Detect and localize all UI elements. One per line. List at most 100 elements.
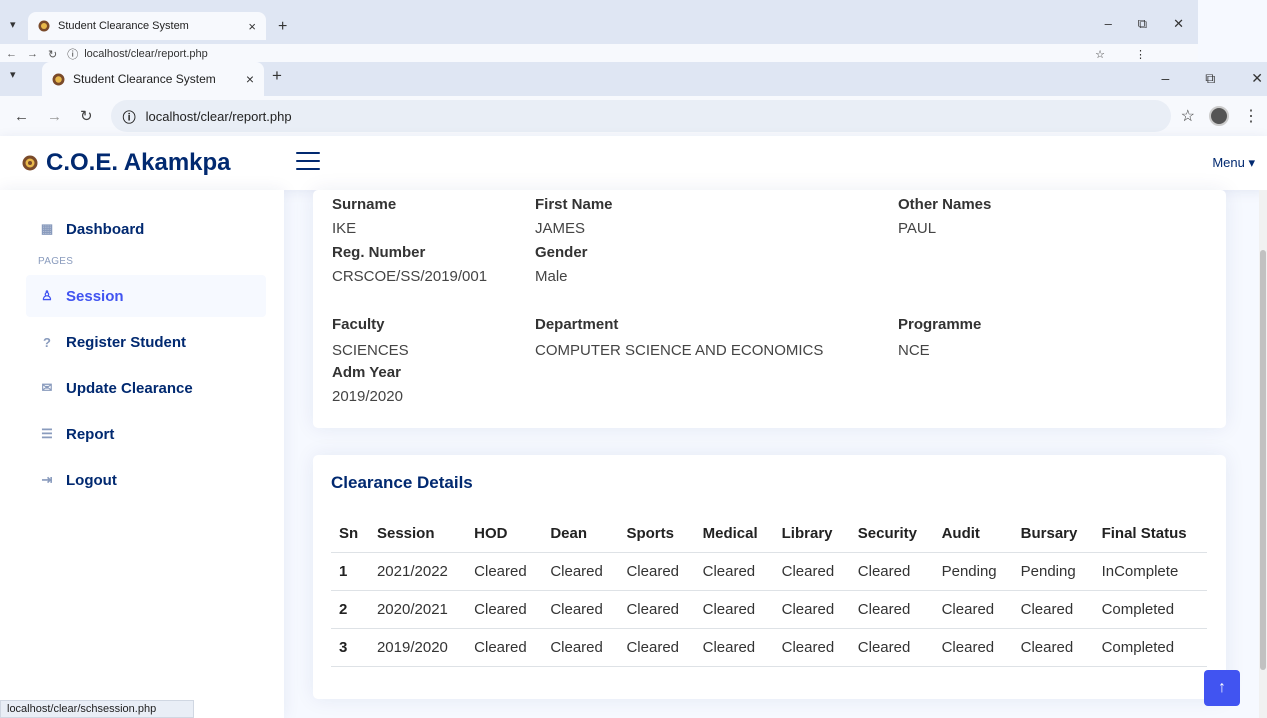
adm-year-label: Adm Year xyxy=(332,364,401,381)
reg-number-value: CRSCOE/SS/2019/001 xyxy=(332,268,488,285)
student-info-card: Surname IKE First Name JAMES Other Names… xyxy=(313,190,1226,428)
sidebar-toggle-hamburger-icon[interactable] xyxy=(296,150,320,172)
table-cell: Cleared xyxy=(1012,628,1094,667)
table-cell: Cleared xyxy=(933,628,1013,667)
table-row: 3 2019/2020 Cleared Cleared Cleared Clea… xyxy=(331,628,1207,667)
logout-icon: ⇥ xyxy=(41,472,53,487)
column-header: Medical xyxy=(694,517,774,553)
sidebar-item-update-clearance[interactable]: ✉ Update Clearance xyxy=(26,367,266,409)
table-cell: Cleared xyxy=(849,590,934,629)
surname-label: Surname xyxy=(332,196,397,213)
back-to-top-button[interactable]: ↑ xyxy=(1204,670,1240,706)
question-circle-icon: ? xyxy=(43,334,51,350)
sidebar-item-report[interactable]: ☰ Report xyxy=(26,413,266,455)
department-value: COMPUTER SCIENCE AND ECONOMICS xyxy=(535,342,824,359)
active-tab[interactable]: Student Clearance System × xyxy=(42,62,264,96)
background-tab[interactable]: Student Clearance System × xyxy=(28,12,266,40)
column-header: Sn xyxy=(331,517,369,553)
page-scrollbar-thumb[interactable] xyxy=(1260,250,1266,670)
browser-menu-kebab-icon[interactable]: ⋮ xyxy=(1243,106,1259,126)
table-cell: 3 xyxy=(331,628,369,667)
sidebar-item-label: Update Clearance xyxy=(66,379,193,397)
table-header-row: Sn Session HOD Dean Sports Medical Libra… xyxy=(331,517,1207,553)
background-minimize-icon[interactable]: – xyxy=(1105,16,1112,32)
list-icon: ☰ xyxy=(41,426,53,441)
background-bookmark-star-icon[interactable]: ☆ xyxy=(1095,48,1105,61)
forward-arrow-icon[interactable]: → xyxy=(47,108,62,125)
profile-avatar-icon[interactable] xyxy=(1209,106,1229,126)
adm-year-value: 2019/2020 xyxy=(332,388,403,405)
link-status-bar: localhost/clear/schsession.php xyxy=(0,700,194,718)
tab-search-chevron-icon[interactable]: ▾ xyxy=(10,68,16,81)
sidebar-item-logout[interactable]: ⇥ Logout xyxy=(26,459,266,501)
table-cell: Cleared xyxy=(1012,590,1094,629)
table-cell: Cleared xyxy=(542,552,619,591)
programme-label: Programme xyxy=(898,316,982,333)
column-header: Session xyxy=(368,517,467,553)
sidebar-item-dashboard[interactable]: ▦ Dashboard xyxy=(26,208,266,250)
sidebar-item-session[interactable]: ♙ Session xyxy=(26,275,266,317)
column-header: HOD xyxy=(466,517,543,553)
tab-search-chevron-icon[interactable]: ▾ xyxy=(10,18,16,31)
background-info-icon[interactable]: ⓘ xyxy=(67,46,78,62)
table-cell: Cleared xyxy=(849,552,934,591)
background-url-text[interactable]: localhost/clear/report.php xyxy=(84,48,208,60)
back-arrow-icon[interactable]: ← xyxy=(14,108,29,125)
table-row: 2 2020/2021 Cleared Cleared Cleared Clea… xyxy=(331,590,1207,629)
table-cell: InComplete xyxy=(1093,552,1207,591)
table-cell: Cleared xyxy=(773,590,850,629)
background-tab-close-icon[interactable]: × xyxy=(248,19,256,34)
minimize-icon[interactable]: – xyxy=(1161,70,1169,87)
column-header: Audit xyxy=(933,517,1013,553)
background-forward-icon[interactable]: → xyxy=(27,48,38,60)
table-row: 1 2021/2022 Cleared Cleared Cleared Clea… xyxy=(331,552,1207,591)
window-controls: – ⧉ ✕ xyxy=(1161,70,1267,87)
table-cell: 1 xyxy=(331,552,369,591)
site-info-icon[interactable]: ⓘ xyxy=(123,107,136,126)
reload-icon[interactable]: ↻ xyxy=(80,107,93,125)
sidebar-item-label: Report xyxy=(66,425,115,443)
sidebar-item-label: Register Student xyxy=(66,333,187,351)
background-close-window-icon[interactable]: ✕ xyxy=(1173,16,1184,32)
clearance-table: Sn Session HOD Dean Sports Medical Libra… xyxy=(331,517,1207,667)
column-header: Final Status xyxy=(1093,517,1207,553)
url-field[interactable]: ⓘ localhost/clear/report.php xyxy=(110,100,1171,132)
app-header: C.O.E. Akamkpa Menu ▾ xyxy=(0,136,1267,190)
close-window-icon[interactable]: ✕ xyxy=(1251,70,1263,87)
background-new-tab-icon[interactable]: + xyxy=(278,18,287,36)
table-cell: Cleared xyxy=(542,628,619,667)
faculty-value: SCIENCES xyxy=(332,342,409,359)
table-cell: Cleared xyxy=(933,590,1013,629)
address-bar: ← → ↻ ⓘ localhost/clear/report.php ☆ ⋮ xyxy=(0,96,1267,136)
table-cell: Cleared xyxy=(773,628,850,667)
sidebar: ▦ Dashboard PAGES ♙ Session ? Register S… xyxy=(0,190,284,718)
restore-icon[interactable]: ⧉ xyxy=(1205,70,1215,87)
bookmark-star-icon[interactable]: ☆ xyxy=(1181,106,1195,126)
site-logo[interactable]: C.O.E. Akamkpa xyxy=(0,149,290,177)
table-cell: Cleared xyxy=(466,552,543,591)
department-label: Department xyxy=(535,316,619,333)
college-favicon-icon xyxy=(38,20,50,32)
sidebar-item-label: Logout xyxy=(66,471,117,489)
table-cell: Cleared xyxy=(542,590,619,629)
table-cell: 2021/2022 xyxy=(368,552,467,591)
first-name-label: First Name xyxy=(535,196,613,213)
background-restore-icon[interactable]: ⧉ xyxy=(1138,16,1147,32)
college-crest-icon xyxy=(22,155,38,171)
column-header: Sports xyxy=(618,517,695,553)
table-cell: 2019/2020 xyxy=(368,628,467,667)
background-kebab-icon[interactable]: ⋮ xyxy=(1135,48,1146,61)
person-icon: ♙ xyxy=(41,288,53,303)
tab-strip: ▾ Student Clearance System × + – ⧉ ✕ xyxy=(0,62,1267,96)
background-window-controls: – ⧉ ✕ xyxy=(1105,16,1198,32)
tab-close-icon[interactable]: × xyxy=(246,71,254,87)
other-names-value: PAUL xyxy=(898,220,937,237)
other-names-label: Other Names xyxy=(898,196,992,213)
menu-dropdown[interactable]: Menu ▾ xyxy=(1212,155,1255,171)
sidebar-item-register-student[interactable]: ? Register Student xyxy=(26,321,266,363)
active-tab-title: Student Clearance System xyxy=(73,72,216,86)
new-tab-icon[interactable]: + xyxy=(272,66,282,86)
background-back-icon[interactable]: ← xyxy=(6,48,17,60)
background-reload-icon[interactable]: ↻ xyxy=(48,48,57,61)
table-cell: Completed xyxy=(1093,590,1207,629)
